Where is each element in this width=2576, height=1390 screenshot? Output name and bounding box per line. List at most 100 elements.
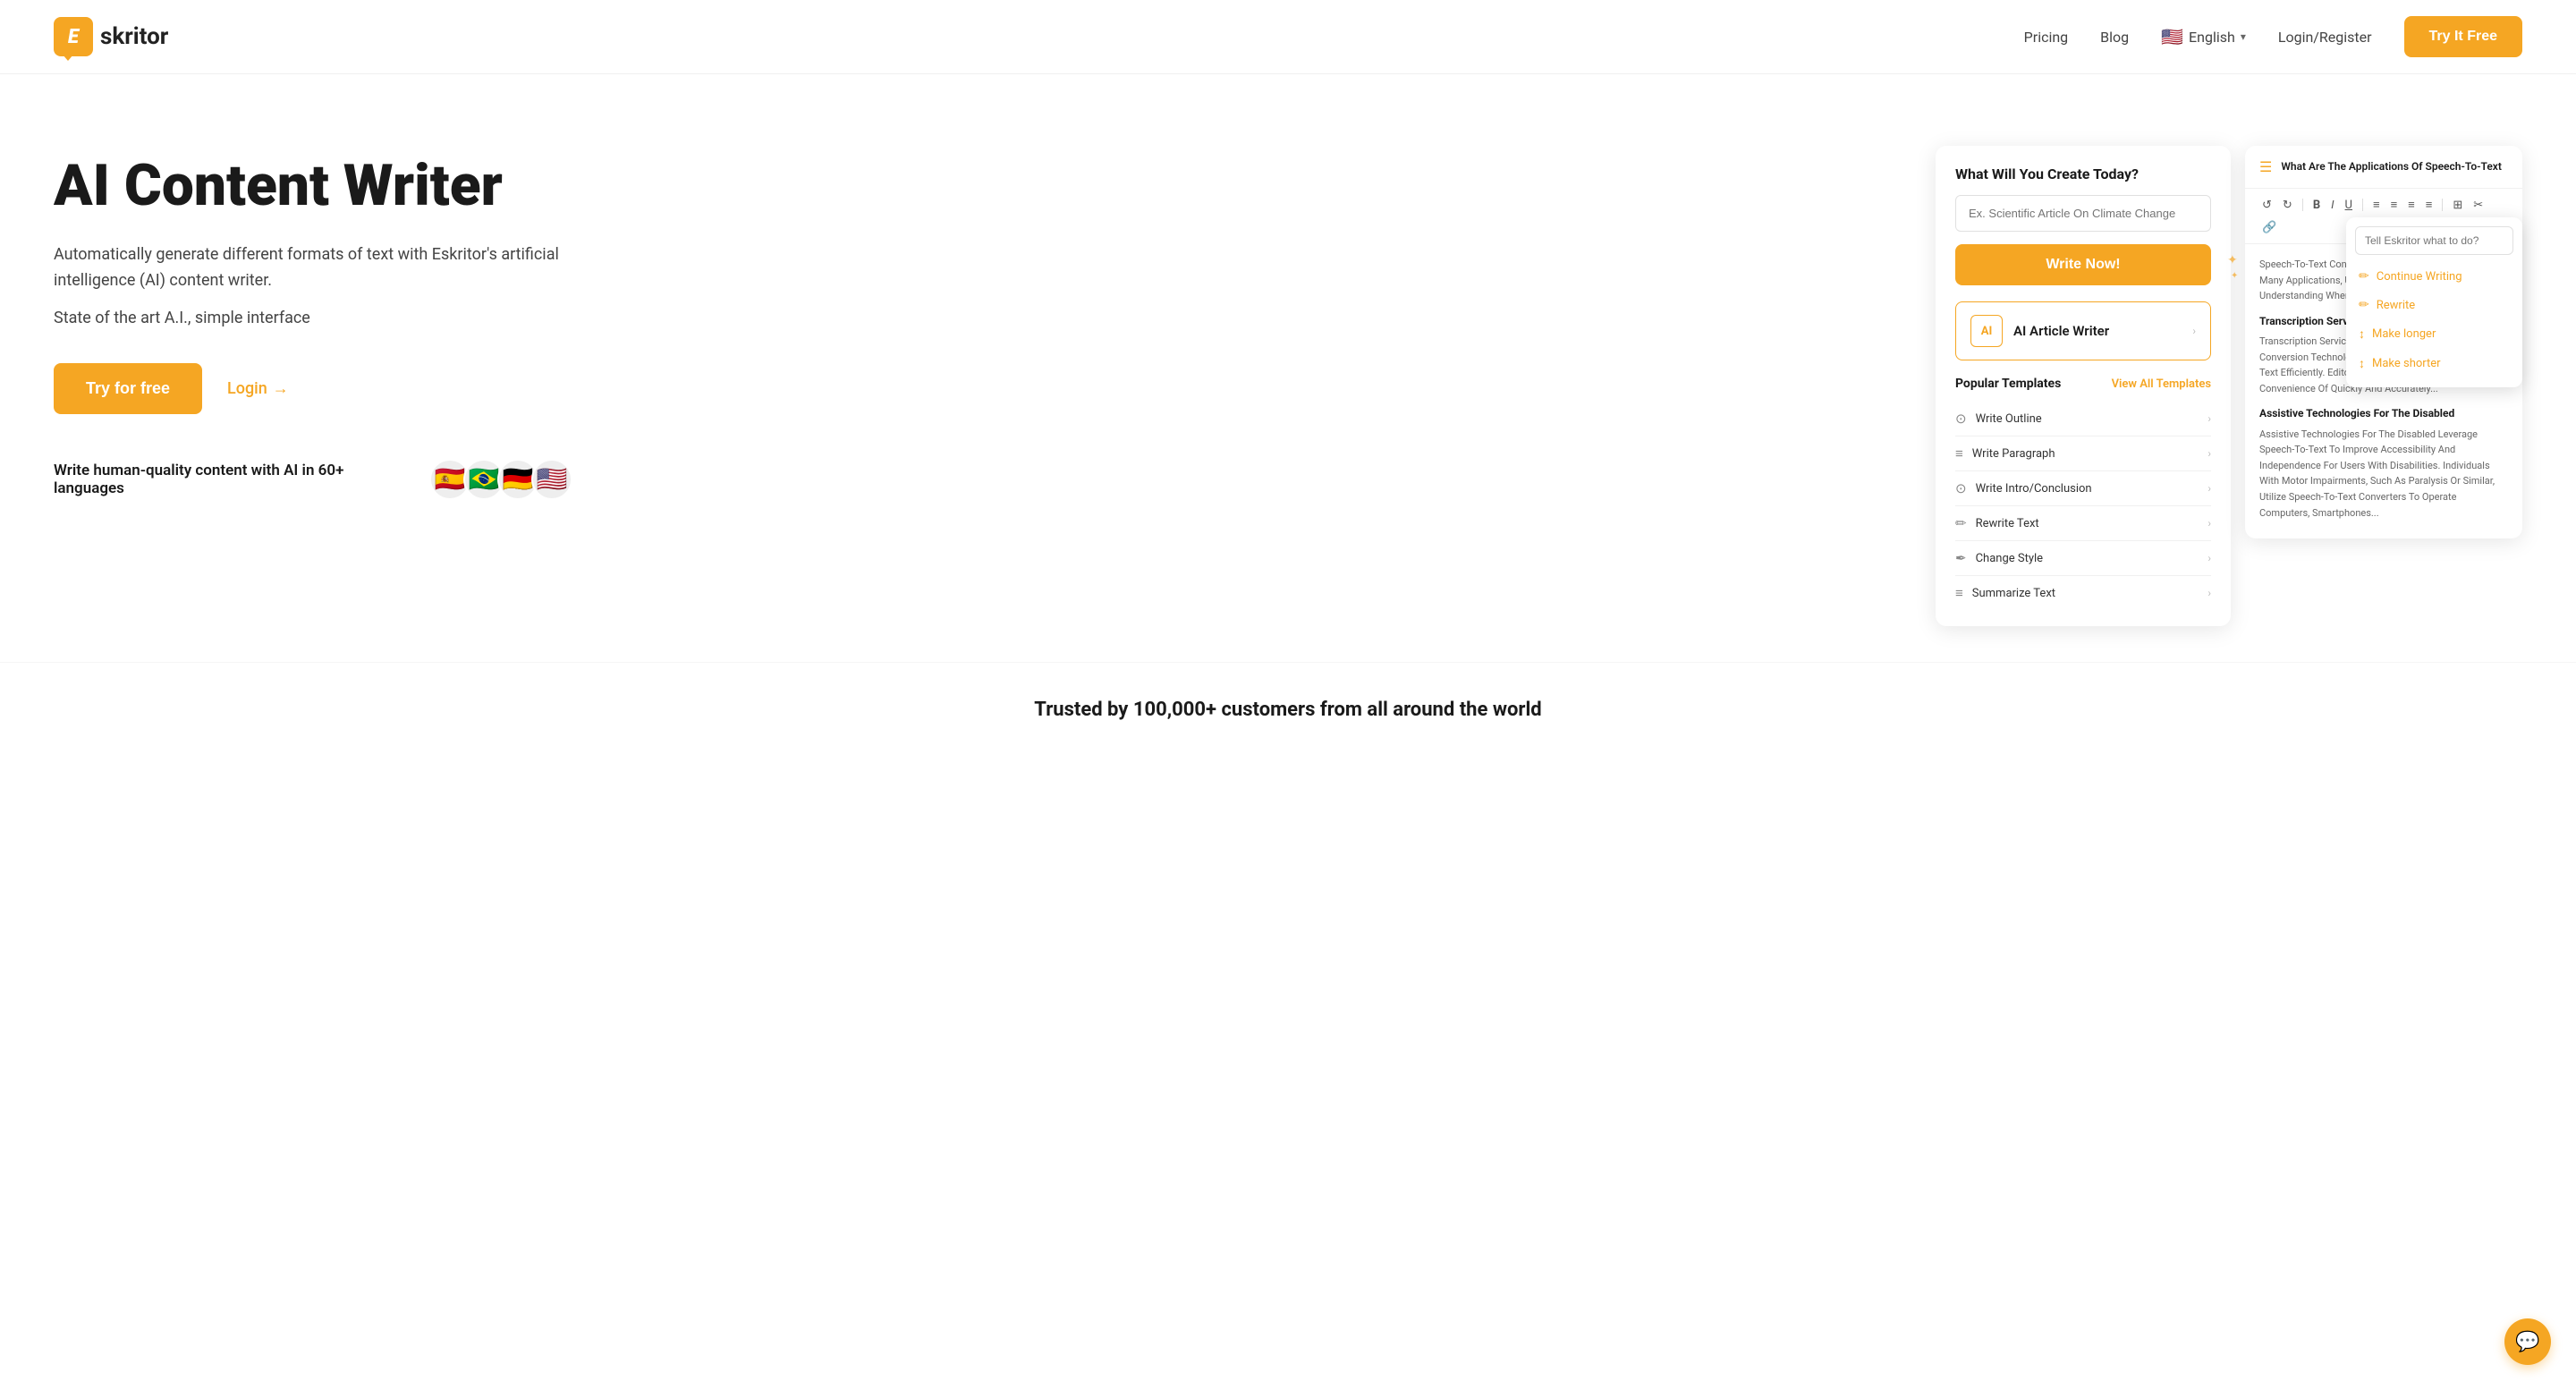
arrow-icon: → <box>273 379 289 398</box>
try-it-free-button[interactable]: Try It Free <box>2404 16 2522 57</box>
template-write-intro[interactable]: ⊙ Write Intro/Conclusion › <box>1955 470 2211 505</box>
template-label: Write Intro/Conclusion <box>1976 482 2092 496</box>
chevron-down-icon: ▾ <box>2241 30 2246 43</box>
template-write-outline[interactable]: ⊙ Write Outline › <box>1955 402 2211 436</box>
rewrite-label: Rewrite <box>2377 299 2415 312</box>
nav-pricing[interactable]: Pricing <box>2024 29 2069 46</box>
hero-right: What Will You Create Today? Write Now! A… <box>1936 146 2522 626</box>
continue-icon: ✏ <box>2359 269 2369 284</box>
creator-card-title: What Will You Create Today? <box>1955 165 2211 182</box>
templates-list: ⊙ Write Outline › ≡ Write Paragraph › ⊙ <box>1955 402 2211 610</box>
creator-card: What Will You Create Today? Write Now! A… <box>1936 146 2231 626</box>
nav-blog[interactable]: Blog <box>2100 29 2129 46</box>
continue-writing-option[interactable]: ✏ Continue Writing <box>2346 262 2522 291</box>
make-longer-icon: ↕ <box>2359 326 2365 342</box>
language-selector[interactable]: 🇺🇸 English ▾ <box>2161 26 2246 47</box>
continue-writing-label: Continue Writing <box>2377 270 2462 284</box>
chevron-right-icon: › <box>2207 447 2211 460</box>
stars-decoration: ✦ ✦ <box>2227 253 2238 281</box>
navbar: E skritor Pricing Blog 🇺🇸 English ▾ Logi… <box>0 0 2576 74</box>
redo-button[interactable]: ↻ <box>2280 197 2295 214</box>
ai-popup: ✏ Continue Writing ✏ Rewrite ↕ Make long… <box>2346 217 2522 387</box>
hero-title: AI Content Writer <box>54 155 572 217</box>
table-button[interactable]: ⊞ <box>2450 197 2465 214</box>
template-label: Change Style <box>1976 552 2043 565</box>
flags-row: 🇪🇸 🇧🇷 🇩🇪 🇺🇸 <box>429 459 572 500</box>
section2-title: Assistive Technologies For The Disabled <box>2259 405 2508 422</box>
make-longer-option[interactable]: ↕ Make longer <box>2346 319 2522 349</box>
ai-popup-input[interactable] <box>2355 226 2513 255</box>
link-button[interactable]: 🔗 <box>2259 219 2279 236</box>
hero-section: AI Content Writer Automatically generate… <box>0 74 2576 662</box>
hero-subtitle: State of the art A.I., simple interface <box>54 309 572 327</box>
star-icon: ✦ <box>2227 253 2238 267</box>
chevron-right-icon: › <box>2207 517 2211 530</box>
chevron-right-icon: › <box>2192 325 2196 337</box>
creator-input[interactable] <box>1955 195 2211 232</box>
chevron-right-icon: › <box>2207 552 2211 564</box>
login-link[interactable]: Login → <box>227 379 289 398</box>
make-shorter-label: Make shorter <box>2372 357 2441 370</box>
star-icon: ✦ <box>2231 271 2238 281</box>
language-label: English <box>2189 29 2235 46</box>
intro-icon: ⊙ <box>1955 480 1967 496</box>
rewrite-option[interactable]: ✏ Rewrite <box>2346 291 2522 319</box>
flag-usa: 🇺🇸 <box>531 459 572 500</box>
trusted-section: Trusted by 100,000+ customers from all a… <box>0 662 2576 739</box>
languages-text: Write human-quality content with AI in 6… <box>54 462 417 497</box>
nav-login-register[interactable]: Login/Register <box>2278 29 2372 46</box>
chevron-right-icon: › <box>2207 482 2211 495</box>
hero-description: Automatically generate different formats… <box>54 242 572 294</box>
chat-bubble[interactable]: 💬 <box>2504 1318 2551 1365</box>
chat-icon: 💬 <box>2515 1331 2539 1353</box>
view-all-templates-link[interactable]: View All Templates <box>2112 377 2211 391</box>
trusted-text: Trusted by 100,000+ customers from all a… <box>1034 699 1541 721</box>
write-now-button[interactable]: Write Now! <box>1955 244 2211 285</box>
hero-cta: Try for free Login → <box>54 363 572 414</box>
logo-name: skritor <box>100 23 168 50</box>
logo-icon: E <box>54 17 93 56</box>
section2-text: Assistive Technologies For The Disabled … <box>2259 427 2508 521</box>
template-label: Write Outline <box>1976 412 2042 426</box>
template-label: Summarize Text <box>1972 587 2055 600</box>
ai-article-writer-box[interactable]: AI AI Article Writer › <box>1955 301 2211 360</box>
template-write-paragraph[interactable]: ≡ Write Paragraph › <box>1955 436 2211 470</box>
ai-icon: AI <box>1970 315 2003 347</box>
hero-languages: Write human-quality content with AI in 6… <box>54 459 572 500</box>
ai-article-label: AI Article Writer <box>2013 323 2109 339</box>
template-rewrite-text[interactable]: ✏ Rewrite Text › <box>1955 505 2211 540</box>
template-change-style[interactable]: ✒ Change Style › <box>1955 540 2211 575</box>
popular-templates-title: Popular Templates <box>1955 377 2061 391</box>
hero-left: AI Content Writer Automatically generate… <box>54 137 572 500</box>
separator <box>2302 199 2303 211</box>
align-button[interactable]: ≡ <box>2405 196 2418 214</box>
rewrite-icon: ✏ <box>1955 515 1967 531</box>
editor-title: What Are The Applications Of Speech-To-T… <box>2281 160 2502 174</box>
ol-button[interactable]: ≡ <box>2388 196 2401 214</box>
editor-header: ☰ What Are The Applications Of Speech-To… <box>2245 146 2522 189</box>
menu-icon: ☰ <box>2259 158 2272 175</box>
italic-button[interactable]: I <box>2328 197 2336 214</box>
templates-header: Popular Templates View All Templates <box>1955 377 2211 391</box>
flag-icon: 🇺🇸 <box>2161 26 2183 47</box>
chevron-right-icon: › <box>2207 412 2211 425</box>
template-label: Write Paragraph <box>1972 447 2055 461</box>
style-icon: ✒ <box>1955 550 1967 566</box>
outline-icon: ⊙ <box>1955 411 1967 427</box>
logo[interactable]: E skritor <box>54 17 168 56</box>
try-for-free-button[interactable]: Try for free <box>54 363 202 414</box>
paragraph-icon: ≡ <box>1955 445 1963 462</box>
indent-button[interactable]: ≡ <box>2423 196 2436 214</box>
undo-button[interactable]: ↺ <box>2259 197 2275 214</box>
separator <box>2442 199 2443 211</box>
make-shorter-option[interactable]: ↕ Make shorter <box>2346 349 2522 378</box>
make-shorter-icon: ↕ <box>2359 356 2365 371</box>
make-longer-label: Make longer <box>2372 327 2436 341</box>
list-button[interactable]: ≡ <box>2370 196 2383 214</box>
underline-button[interactable]: U <box>2343 197 2355 214</box>
cut-button[interactable]: ✂ <box>2470 197 2486 214</box>
bold-button[interactable]: B <box>2310 197 2323 214</box>
template-summarize[interactable]: ≡ Summarize Text › <box>1955 575 2211 610</box>
template-label: Rewrite Text <box>1976 517 2039 530</box>
editor-wrap: ☰ What Are The Applications Of Speech-To… <box>2245 146 2522 538</box>
